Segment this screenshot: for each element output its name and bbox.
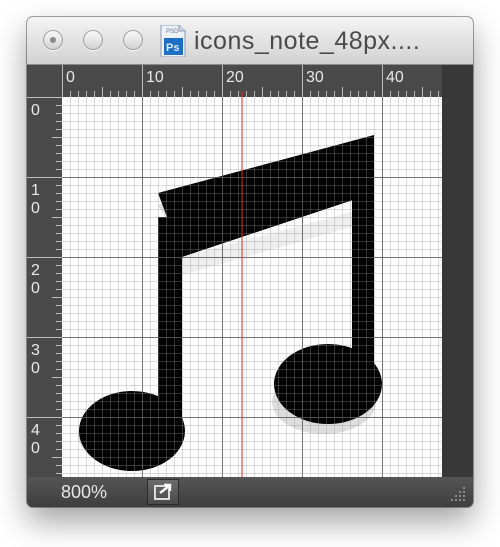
ruler-left-label: 0: [31, 440, 40, 457]
ruler-left-label: 0: [31, 360, 40, 377]
ruler-left-label: 3: [31, 342, 40, 359]
close-button[interactable]: [43, 30, 63, 50]
ruler-left-label: 4: [31, 422, 40, 439]
export-button[interactable]: [147, 479, 179, 505]
psd-file-icon: PSD Ps: [160, 24, 186, 58]
horizontal-ruler[interactable]: 0 10 20 30 40: [62, 65, 442, 97]
zoom-level[interactable]: 800%: [61, 482, 107, 503]
ruler-left-label: 0: [31, 280, 40, 297]
vertical-ruler[interactable]: 010203040: [27, 97, 62, 477]
title-bar[interactable]: PSD Ps icons_note_48px....: [27, 17, 473, 65]
ruler-left-label: 0: [31, 102, 40, 119]
image-canvas[interactable]: [62, 97, 442, 477]
ruler-left-label: 0: [31, 200, 40, 217]
ruler-left-label: 1: [31, 182, 40, 199]
share-icon: [154, 483, 172, 500]
window-title: icons_note_48px....: [194, 26, 421, 55]
psd-file-label: Ps: [166, 42, 179, 54]
ruler-top-label: 0: [66, 69, 75, 86]
scroll-area: [442, 65, 473, 477]
ruler-top-label: 10: [146, 69, 164, 86]
window-title-group: PSD Ps icons_note_48px....: [160, 24, 421, 58]
status-bar: 800%: [27, 477, 473, 507]
image-window: PSD Ps icons_note_48px.... 0 10 20 30 40 010…: [27, 17, 473, 507]
zoom-button[interactable]: [123, 30, 143, 50]
ruler-top-label: 20: [226, 69, 244, 86]
ruler-corner[interactable]: [27, 65, 62, 97]
psd-file-sublabel: PSD: [166, 29, 179, 35]
ruler-top-label: 40: [386, 69, 404, 86]
ruler-left-label: 2: [31, 262, 40, 279]
resize-grip-icon[interactable]: [447, 483, 467, 503]
minimize-button[interactable]: [83, 30, 103, 50]
ruler-top-label: 30: [306, 69, 324, 86]
